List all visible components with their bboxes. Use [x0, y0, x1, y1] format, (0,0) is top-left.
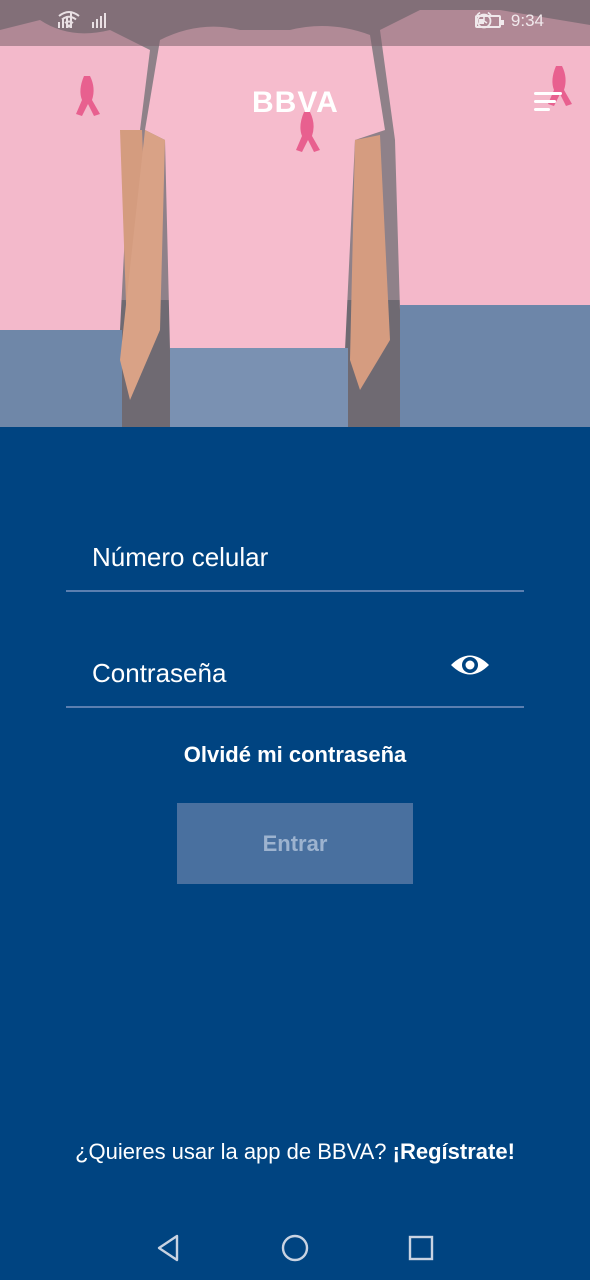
wifi-icon [58, 11, 80, 28]
password-field[interactable]: Contraseña [66, 646, 524, 708]
system-nav-bar [0, 1212, 590, 1280]
back-icon[interactable] [155, 1234, 183, 1262]
hero-image: 9:34 BBVA [0, 0, 590, 427]
phone-number-field[interactable]: Número celular [66, 530, 524, 592]
home-icon[interactable] [281, 1234, 309, 1262]
eye-icon[interactable] [450, 650, 490, 680]
status-bar: 9:34 [0, 0, 590, 46]
hamburger-menu-icon[interactable] [534, 92, 562, 114]
battery-fill [478, 18, 484, 24]
register-prompt: ¿Quieres usar la app de BBVA? ¡Regístrat… [0, 1139, 590, 1165]
register-question: ¿Quieres usar la app de BBVA? [75, 1139, 387, 1164]
hero-photo [0, 0, 590, 427]
register-link[interactable]: ¡Regístrate! [393, 1139, 515, 1164]
battery-icon [474, 14, 504, 28]
bbva-logo: BBVA [252, 86, 339, 119]
password-label: Contraseña [92, 658, 227, 688]
signal-icon [92, 10, 106, 28]
status-left [58, 10, 106, 28]
status-time: 9:34 [510, 11, 544, 30]
forgot-password-link[interactable]: Olvidé mi contraseña [0, 742, 590, 768]
status-right: 9:34 [474, 11, 544, 31]
phone-number-label: Número celular [92, 542, 269, 572]
enter-button[interactable]: Entrar [177, 803, 413, 884]
recents-icon[interactable] [407, 1234, 435, 1262]
